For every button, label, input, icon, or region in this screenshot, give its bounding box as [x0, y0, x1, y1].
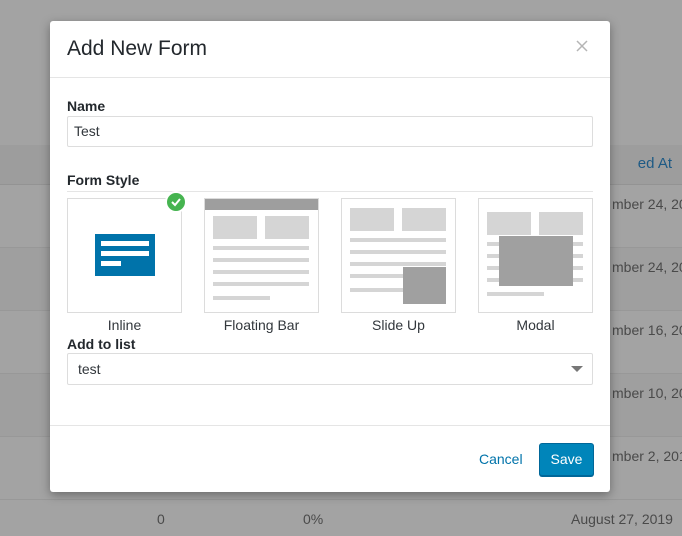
background-date-cell: mber 10, 20: [612, 385, 682, 401]
selected-check-icon: [165, 191, 187, 213]
form-style-divider: [67, 191, 593, 192]
form-style-label: Form Style: [67, 172, 140, 188]
background-date-cell: August 27, 2019: [571, 511, 673, 527]
background-date-cell: mber 16, 20: [612, 322, 682, 338]
style-option-modal[interactable]: [478, 198, 593, 313]
background-date-cell: mber 24, 20: [612, 196, 682, 212]
style-option-inline[interactable]: [67, 198, 182, 313]
dialog-footer-divider: [50, 425, 610, 426]
inline-form-icon: [95, 234, 155, 276]
style-option-floating-bar[interactable]: [204, 198, 319, 313]
modal-icon: [487, 212, 583, 296]
slide-up-icon: [350, 208, 446, 304]
dialog-header: Add New Form: [50, 21, 610, 78]
style-label-modal: Modal: [516, 317, 555, 333]
background-date-cell: mber 24, 20: [612, 259, 682, 275]
dialog-title: Add New Form: [67, 37, 208, 60]
close-icon[interactable]: [574, 38, 590, 54]
background-column-header: ed At: [637, 155, 672, 172]
style-label-inline: Inline: [107, 317, 142, 333]
background-date-cell: mber 2, 201: [612, 448, 682, 464]
name-label: Name: [67, 98, 106, 114]
add-to-list-label: Add to list: [67, 336, 136, 352]
add-new-form-dialog: Add New Form Name Test Form Style Inline: [50, 21, 610, 492]
list-select-value: test: [78, 361, 101, 377]
chevron-down-icon: [571, 366, 583, 372]
name-input[interactable]: Test: [67, 116, 593, 147]
list-select[interactable]: test: [67, 353, 593, 385]
style-label-floating-bar: Floating Bar: [223, 317, 300, 333]
style-label-slide-up: Slide Up: [372, 317, 425, 333]
save-button[interactable]: Save: [539, 443, 594, 476]
floating-bar-icon: [205, 199, 318, 300]
cancel-button[interactable]: Cancel: [479, 451, 523, 467]
background-count-cell: 0: [157, 511, 165, 527]
style-option-slide-up[interactable]: [341, 198, 456, 313]
background-rate-cell: 0%: [303, 511, 324, 527]
